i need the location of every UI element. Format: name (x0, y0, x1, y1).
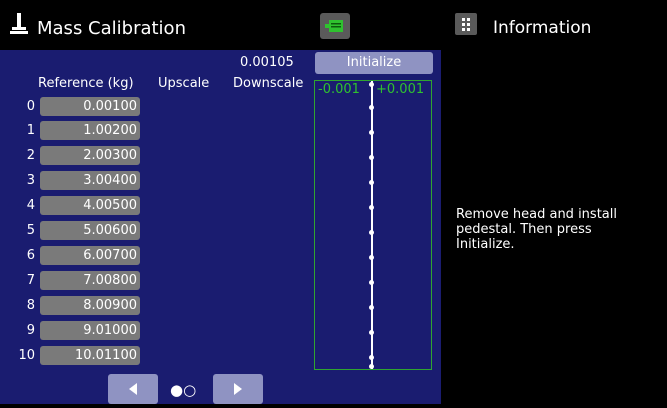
info-dots-button[interactable] (455, 13, 477, 35)
initialize-button[interactable]: Initialize (315, 52, 433, 74)
gauge-tick (369, 180, 374, 185)
reference-value-button[interactable]: 2.00300 (40, 146, 140, 165)
gauge-tick (369, 355, 374, 360)
row-index: 6 (26, 248, 35, 263)
reference-value-button[interactable]: 7.00800 (40, 271, 140, 290)
gauge-tick (369, 205, 374, 210)
row-index: 2 (26, 148, 35, 163)
upscale-column-header: Upscale (158, 76, 210, 91)
gauge-max-label: +0.001 (376, 82, 425, 97)
gauge-tick (369, 105, 374, 110)
row-index: 1 (26, 123, 35, 138)
info-message: Remove head and install pedestal. Then p… (456, 207, 617, 252)
reference-value-button[interactable]: 1.00200 (40, 121, 140, 140)
row-index: 4 (26, 198, 35, 213)
arrow-right-icon (234, 383, 242, 395)
gauge-tick (369, 280, 374, 285)
current-mass-value: 0.00105 (240, 55, 294, 70)
gauge-tick (369, 255, 374, 260)
sensor-module-icon (325, 20, 343, 32)
reference-column-header: Reference (kg) (38, 76, 134, 91)
gauge-tick (369, 82, 374, 87)
downscale-column-header: Downscale (233, 76, 304, 91)
gauge-center-line (371, 81, 373, 369)
reference-value-button[interactable]: 10.01100 (40, 346, 140, 365)
row-index: 8 (26, 298, 35, 313)
reference-value-button[interactable]: 8.00900 (40, 296, 140, 315)
sensor-module-button[interactable] (320, 13, 350, 39)
gauge-tick (369, 364, 374, 369)
gauge-tick (369, 305, 374, 310)
row-index: 0 (26, 99, 35, 114)
mass-weight-icon (10, 13, 28, 35)
reference-value-button[interactable]: 9.01000 (40, 321, 140, 340)
page-indicator: ●○ (170, 381, 197, 399)
row-index: 3 (26, 173, 35, 188)
reference-value-button[interactable]: 0.00100 (40, 97, 140, 116)
gauge-tick (369, 330, 374, 335)
page-title: Mass Calibration (37, 18, 186, 39)
reference-value-button[interactable]: 4.00500 (40, 196, 140, 215)
info-title: Information (493, 18, 592, 38)
row-index: 5 (26, 223, 35, 238)
gauge-tick (369, 130, 374, 135)
row-index: 9 (26, 323, 35, 338)
previous-page-button[interactable] (108, 374, 158, 404)
gauge-tick (369, 155, 374, 160)
gauge-min-label: -0.001 (318, 82, 360, 97)
reference-value-button[interactable]: 5.00600 (40, 221, 140, 240)
info-dots-icon (462, 18, 470, 31)
arrow-left-icon (129, 383, 137, 395)
row-index: 7 (26, 273, 35, 288)
gauge-tick (369, 230, 374, 235)
next-page-button[interactable] (213, 374, 263, 404)
row-index: 10 (18, 348, 35, 363)
reference-value-button[interactable]: 3.00400 (40, 171, 140, 190)
deviation-gauge (314, 80, 432, 370)
reference-value-button[interactable]: 6.00700 (40, 246, 140, 265)
